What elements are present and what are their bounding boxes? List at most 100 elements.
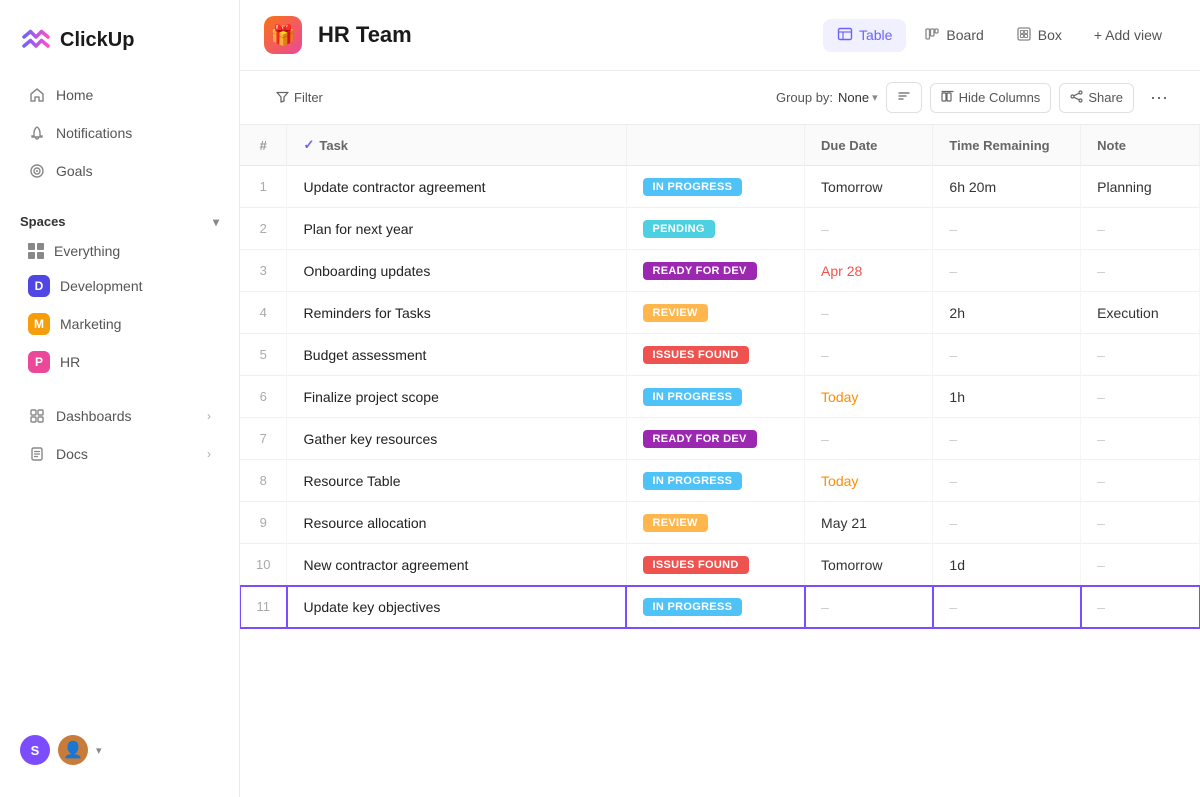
box-tab-icon xyxy=(1016,26,1032,45)
sidebar: ClickUp Home Notifications Goals Spaces … xyxy=(0,0,240,797)
dashboards-chevron-icon: › xyxy=(207,409,211,423)
task-status[interactable]: REVIEW xyxy=(626,292,805,334)
sidebar-item-goals[interactable]: Goals xyxy=(8,153,231,189)
task-due-date: – xyxy=(805,292,933,334)
group-by-value: None xyxy=(838,90,869,105)
spaces-section-header[interactable]: Spaces ▾ xyxy=(0,202,239,235)
user-initial: S xyxy=(31,743,40,758)
sidebar-item-docs[interactable]: Docs › xyxy=(8,436,231,472)
row-num: 3 xyxy=(240,250,287,292)
tab-board[interactable]: Board xyxy=(910,19,997,52)
table-row[interactable]: 4 Reminders for Tasks REVIEW – 2h Execut… xyxy=(240,292,1200,334)
task-time-remaining: – xyxy=(933,418,1081,460)
filter-button[interactable]: Filter xyxy=(264,84,335,112)
marketing-label: Marketing xyxy=(60,316,121,332)
board-tab-icon xyxy=(924,26,940,45)
task-status[interactable]: PENDING xyxy=(626,208,805,250)
user-menu-chevron-icon[interactable]: ▾ xyxy=(96,744,102,757)
task-status[interactable]: IN PROGRESS xyxy=(626,460,805,502)
group-by-container: Group by: None ▾ xyxy=(776,90,878,105)
user-avatar-initial[interactable]: S xyxy=(20,735,50,765)
table-row[interactable]: 1 Update contractor agreement IN PROGRES… xyxy=(240,166,1200,208)
tab-table-label: Table xyxy=(859,27,892,43)
sidebar-item-home[interactable]: Home xyxy=(8,77,231,113)
everything-icon xyxy=(28,243,44,259)
share-label: Share xyxy=(1088,90,1123,105)
more-options-button[interactable]: ··· xyxy=(1142,81,1176,114)
filter-icon xyxy=(276,90,289,106)
goals-label: Goals xyxy=(56,163,93,179)
row-num: 7 xyxy=(240,418,287,460)
task-note: Planning xyxy=(1081,166,1200,208)
team-name: HR Team xyxy=(318,22,412,48)
group-by-label: Group by: xyxy=(776,90,833,105)
task-time-remaining: – xyxy=(933,334,1081,376)
col-time-remaining: Time Remaining xyxy=(933,125,1081,166)
sidebar-item-development[interactable]: D Development xyxy=(8,268,231,304)
row-num: 4 xyxy=(240,292,287,334)
table-row[interactable]: 10 New contractor agreement ISSUES FOUND… xyxy=(240,544,1200,586)
task-note: – xyxy=(1081,208,1200,250)
table-row[interactable]: 5 Budget assessment ISSUES FOUND – – – xyxy=(240,334,1200,376)
col-note: Note xyxy=(1081,125,1200,166)
marketing-initial: M xyxy=(34,317,44,331)
task-status[interactable]: IN PROGRESS xyxy=(626,586,805,628)
table-tab-icon xyxy=(837,26,853,45)
more-icon: ··· xyxy=(1150,87,1168,107)
topbar: 🎁 HR Team Table Board Box xyxy=(240,0,1200,71)
tab-box[interactable]: Box xyxy=(1002,19,1076,52)
task-status[interactable]: IN PROGRESS xyxy=(626,166,805,208)
filterbar: Filter Group by: None ▾ Hide Columns xyxy=(240,71,1200,125)
table-row[interactable]: 9 Resource allocation REVIEW May 21 – – xyxy=(240,502,1200,544)
task-status[interactable]: ISSUES FOUND xyxy=(626,334,805,376)
task-note: – xyxy=(1081,250,1200,292)
sidebar-item-hr[interactable]: P HR xyxy=(8,344,231,380)
task-name: Gather key resources xyxy=(287,418,626,460)
table-row[interactable]: 2 Plan for next year PENDING – – – xyxy=(240,208,1200,250)
add-view-label: + Add view xyxy=(1094,27,1162,43)
table-row[interactable]: 3 Onboarding updates READY FOR DEV Apr 2… xyxy=(240,250,1200,292)
table-row[interactable]: 7 Gather key resources READY FOR DEV – –… xyxy=(240,418,1200,460)
col-num: # xyxy=(240,125,287,166)
task-due-date: – xyxy=(805,208,933,250)
sidebar-item-marketing[interactable]: M Marketing xyxy=(8,306,231,342)
add-view-button[interactable]: + Add view xyxy=(1080,20,1176,50)
sort-icon xyxy=(897,89,911,106)
table-row[interactable]: 11 Update key objectives IN PROGRESS – –… xyxy=(240,586,1200,628)
user-avatar-photo[interactable]: 👤 xyxy=(58,735,88,765)
group-by-selector[interactable]: None ▾ xyxy=(838,90,878,105)
sidebar-item-notifications[interactable]: Notifications xyxy=(8,115,231,151)
goals-icon xyxy=(28,162,46,180)
task-due-date: Today xyxy=(805,460,933,502)
table-row[interactable]: 8 Resource Table IN PROGRESS Today – – xyxy=(240,460,1200,502)
row-num: 10 xyxy=(240,544,287,586)
table-row[interactable]: 6 Finalize project scope IN PROGRESS Tod… xyxy=(240,376,1200,418)
task-time-remaining: – xyxy=(933,208,1081,250)
task-name: Budget assessment xyxy=(287,334,626,376)
sidebar-item-dashboards[interactable]: Dashboards › xyxy=(8,398,231,434)
task-status[interactable]: READY FOR DEV xyxy=(626,250,805,292)
group-by-chevron-icon: ▾ xyxy=(872,91,878,104)
task-note: – xyxy=(1081,460,1200,502)
hr-dot: P xyxy=(28,351,50,373)
development-dot: D xyxy=(28,275,50,297)
task-name: Update key objectives xyxy=(287,586,626,628)
development-initial: D xyxy=(35,279,44,293)
sort-button[interactable] xyxy=(886,82,922,113)
development-label: Development xyxy=(60,278,143,294)
share-button[interactable]: Share xyxy=(1059,83,1134,113)
task-due-date: – xyxy=(805,334,933,376)
task-name: Resource allocation xyxy=(287,502,626,544)
task-status[interactable]: ISSUES FOUND xyxy=(626,544,805,586)
task-note: – xyxy=(1081,544,1200,586)
task-due-date: Today xyxy=(805,376,933,418)
task-time-remaining: – xyxy=(933,502,1081,544)
task-status[interactable]: READY FOR DEV xyxy=(626,418,805,460)
tab-table[interactable]: Table xyxy=(823,19,906,52)
task-status[interactable]: IN PROGRESS xyxy=(626,376,805,418)
task-status[interactable]: REVIEW xyxy=(626,502,805,544)
task-time-remaining: 1h xyxy=(933,376,1081,418)
hide-columns-button[interactable]: Hide Columns xyxy=(930,83,1052,113)
home-icon xyxy=(28,86,46,104)
sidebar-item-everything[interactable]: Everything xyxy=(8,236,231,266)
